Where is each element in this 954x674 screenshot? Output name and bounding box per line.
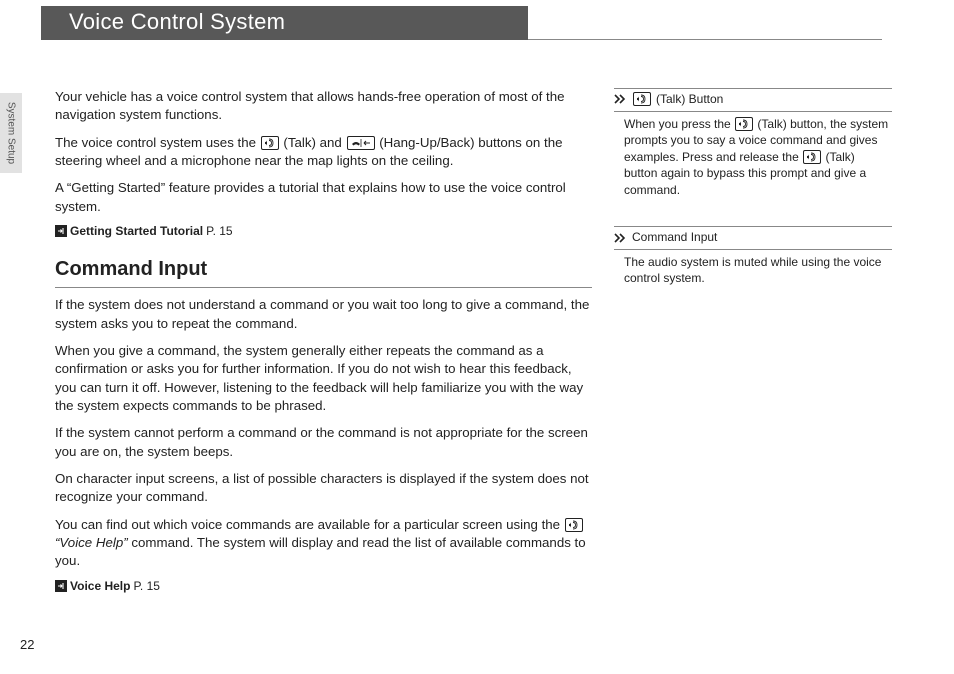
link-arrow-icon bbox=[55, 580, 67, 592]
sidebar-note-2-heading: Command Input bbox=[614, 226, 892, 250]
main-column: Your vehicle has a voice control system … bbox=[55, 88, 592, 610]
crossref-voice-help: Voice Help P. 15 bbox=[55, 578, 592, 595]
crossref-page: P. 15 bbox=[133, 578, 159, 595]
hangup-back-icon bbox=[347, 136, 375, 150]
text-fragment: (Talk) and bbox=[280, 135, 346, 150]
command-input-paragraph-3: If the system cannot perform a command o… bbox=[55, 424, 592, 461]
crossref-getting-started: Getting Started Tutorial P. 15 bbox=[55, 223, 592, 240]
text-fragment: “Voice Help” bbox=[55, 535, 128, 550]
text-fragment: command. The system will display and rea… bbox=[55, 535, 586, 568]
section-tab-label: System Setup bbox=[6, 102, 17, 164]
talk-icon bbox=[633, 92, 651, 106]
talk-icon bbox=[261, 136, 279, 150]
command-input-paragraph-5: You can find out which voice commands ar… bbox=[55, 516, 592, 571]
intro-paragraph-3: A “Getting Started” feature provides a t… bbox=[55, 179, 592, 216]
page-title: Voice Control System bbox=[41, 6, 528, 40]
command-input-paragraph-4: On character input screens, a list of po… bbox=[55, 470, 592, 507]
sidebar-note-1-heading: (Talk) Button bbox=[614, 88, 892, 112]
section-tab: System Setup bbox=[0, 93, 22, 173]
text-fragment: You can find out which voice commands ar… bbox=[55, 517, 564, 532]
talk-icon bbox=[735, 117, 753, 131]
page-number: 22 bbox=[20, 637, 34, 652]
intro-paragraph-2: The voice control system uses the (Talk)… bbox=[55, 134, 592, 171]
command-input-paragraph-1: If the system does not understand a comm… bbox=[55, 296, 592, 333]
text-fragment: When you press the bbox=[624, 117, 734, 131]
text-fragment: The voice control system uses the bbox=[55, 135, 260, 150]
intro-paragraph-1: Your vehicle has a voice control system … bbox=[55, 88, 592, 125]
sidebar-column: (Talk) Button When you press the (Talk) … bbox=[614, 88, 892, 315]
section-heading: Command Input bbox=[55, 256, 592, 284]
double-chevron-icon bbox=[614, 93, 628, 105]
sidebar-note-1-title: (Talk) Button bbox=[656, 91, 723, 108]
title-bar: Voice Control System bbox=[41, 6, 882, 40]
double-chevron-icon bbox=[614, 232, 628, 244]
talk-icon bbox=[565, 518, 583, 532]
sidebar-note-2-title: Command Input bbox=[632, 229, 717, 246]
crossref-page: P. 15 bbox=[206, 223, 232, 240]
sidebar-note-1-body: When you press the (Talk) button, the sy… bbox=[614, 116, 892, 199]
command-input-paragraph-2: When you give a command, the system gene… bbox=[55, 342, 592, 415]
crossref-label: Getting Started Tutorial bbox=[70, 223, 203, 240]
talk-icon bbox=[803, 150, 821, 164]
crossref-label: Voice Help bbox=[70, 578, 130, 595]
section-rule bbox=[55, 287, 592, 288]
link-arrow-icon bbox=[55, 225, 67, 237]
title-rule bbox=[528, 6, 882, 40]
sidebar-note-2-body: The audio system is muted while using th… bbox=[614, 254, 892, 287]
